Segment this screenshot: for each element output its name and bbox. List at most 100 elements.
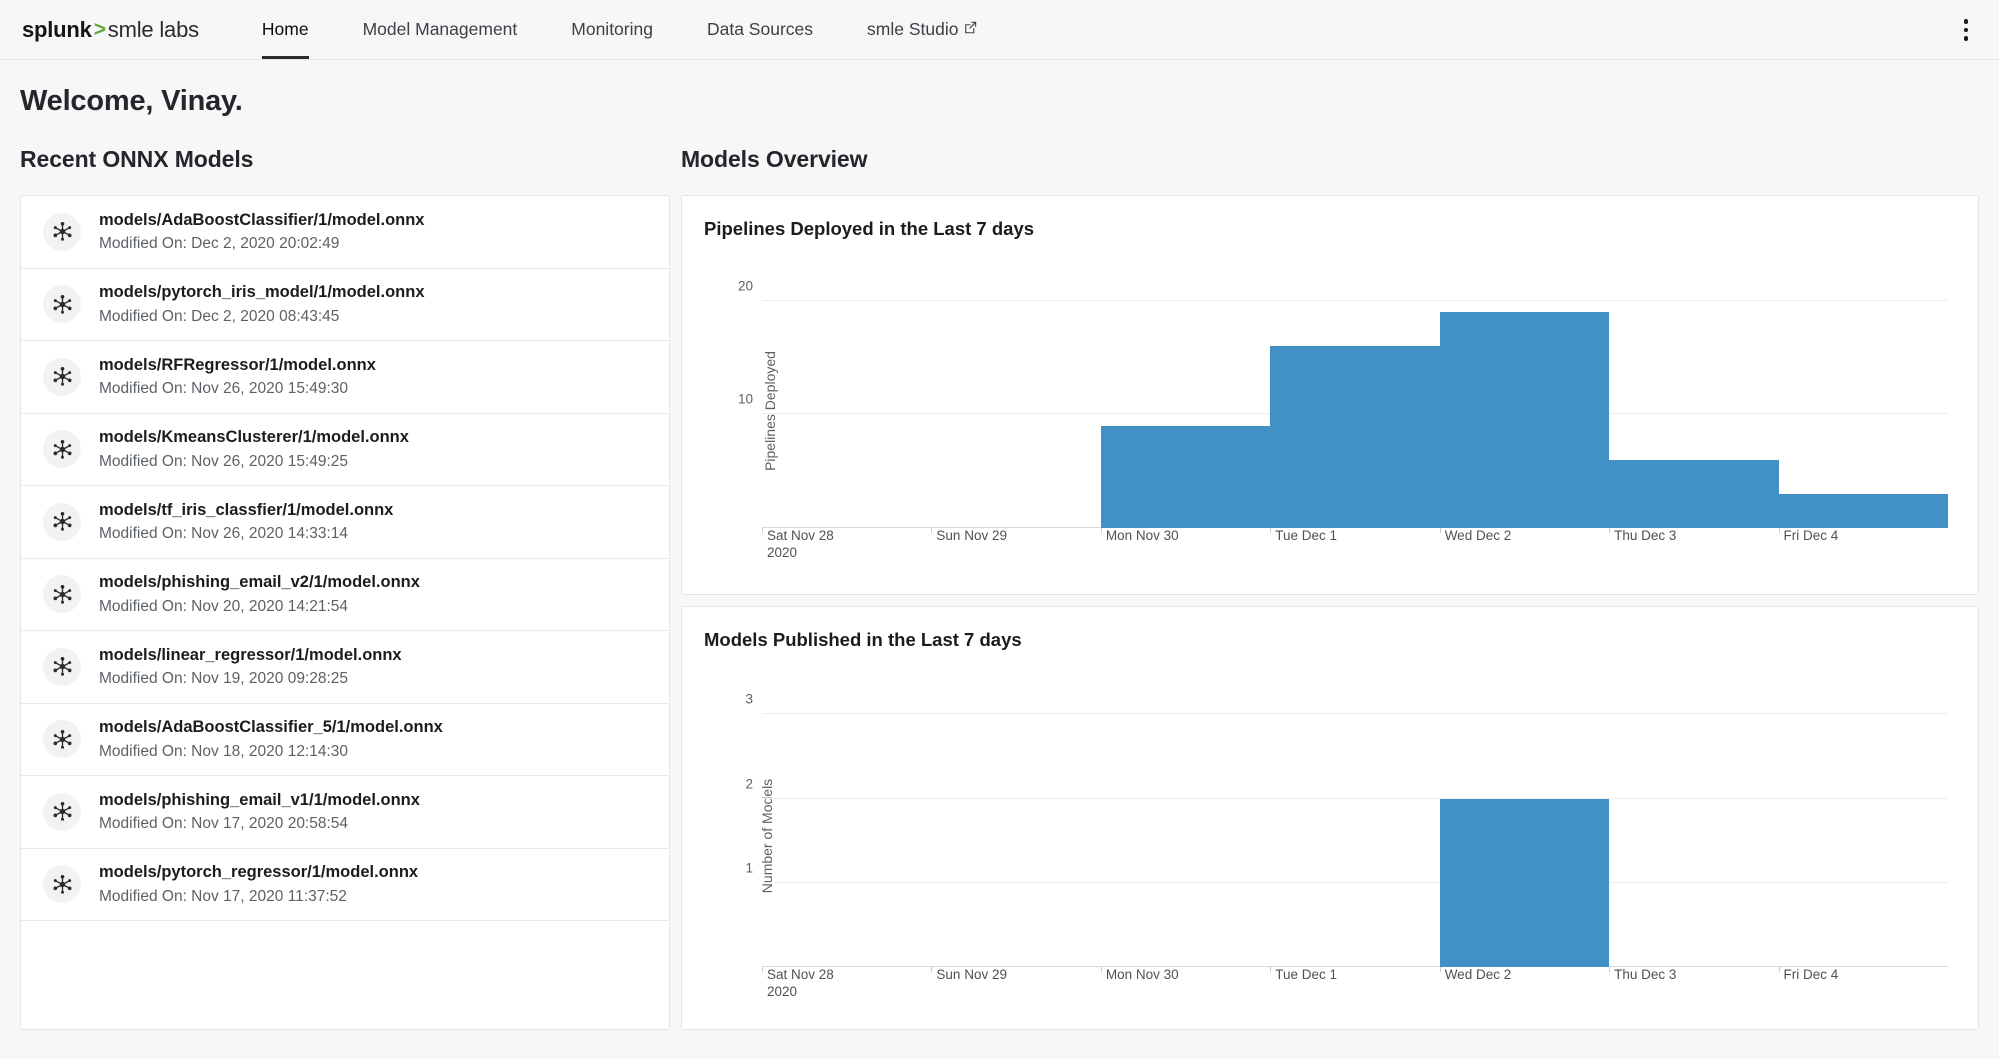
bar-slot[interactable]: [1270, 278, 1440, 533]
kebab-menu-icon[interactable]: [1949, 10, 1983, 50]
list-item[interactable]: models/phishing_email_v1/1/model.onnx Mod…: [21, 776, 669, 849]
model-modified-on: Modified On: Nov 19, 2020 09:28:25: [99, 670, 349, 688]
list-item[interactable]: models/linear_regressor/1/model.onnx Modi…: [21, 631, 669, 704]
page-body: Welcome, Vinay. Recent ONNX Models model…: [0, 60, 1999, 1041]
pipelines-deployed-chart[interactable]: Pipelines Deployed 10 20 Sat Nov 28 2020 S…: [704, 246, 1956, 576]
bar-slot[interactable]: [1439, 689, 1610, 972]
bar-slot[interactable]: [1609, 278, 1779, 533]
list-item-text: models/AdaBoostClassifier_5/1/model.onnx…: [99, 716, 443, 762]
nav-item-model-management-label: Model Management: [362, 19, 518, 39]
kebab-dot-3: [1963, 36, 1969, 41]
bar[interactable]: [1100, 425, 1271, 528]
nav-item-smle-studio[interactable]: smle Studio: [840, 0, 1004, 59]
list-item-text: models/pytorch_iris_model/1/model.onnx Mo…: [99, 281, 425, 327]
bar[interactable]: [1439, 312, 1610, 528]
bar-slot[interactable]: [1270, 689, 1439, 972]
x-axis-tick-label: Tue Dec 1: [1275, 967, 1338, 982]
models-published-chart[interactable]: Number of Models 123 Sat Nov 28 2020 Sun …: [704, 657, 1956, 1015]
x-axis-tick-label: Sun Nov 29: [936, 528, 1007, 543]
x-axis-tick-label: Sat Nov 28 2020: [767, 967, 834, 999]
list-item[interactable]: models/AdaBoostClassifier/1/model.onnx Mo…: [21, 196, 669, 269]
list-item[interactable]: models/KmeansClusterer/1/model.onnx Modif…: [21, 414, 669, 486]
x-axis-tick-label: Thu Dec 3: [1614, 967, 1677, 982]
node-graph-icon: [43, 212, 81, 251]
y-axis-tick-label: 10: [737, 391, 753, 407]
bar-slot[interactable]: [1778, 689, 1948, 972]
bar-slot[interactable]: [931, 689, 1100, 972]
bar[interactable]: [1778, 493, 1948, 528]
bar[interactable]: [1609, 459, 1779, 528]
kebab-dot-2: [1963, 27, 1969, 33]
bar-slot[interactable]: [1100, 278, 1271, 533]
model-path: models/tf_iris_classfier/1/model.onnx: [99, 500, 394, 519]
brand-smle-labs-text: smle labs: [107, 16, 199, 42]
page-title: Welcome, Vinay.: [20, 85, 243, 117]
models-published-x-axis-labels: Sat Nov 28 2020 Sun Nov 29 Mon Nov 30 Tue D…: [762, 967, 1948, 1001]
list-item-text: models/pytorch_regressor/1/model.onnx Mod…: [99, 861, 418, 907]
bar-slot[interactable]: [762, 278, 931, 533]
y-axis-tick-label: 2: [745, 776, 753, 792]
splunk-smle-labs-logo[interactable]: splunk > smle labs: [22, 0, 199, 59]
model-path: models/pytorch_regressor/1/model.onnx: [99, 863, 419, 882]
node-graph-icon: [43, 865, 81, 904]
bar[interactable]: [1439, 798, 1610, 967]
models-overview-column: Models Overview Pipelines Deployed in th…: [681, 146, 1979, 1041]
pipelines-deployed-title: Pipelines Deployed in the Last 7 days: [704, 218, 1035, 239]
external-link-icon: [964, 18, 977, 39]
node-graph-icon: [43, 430, 81, 469]
node-graph-icon: [43, 357, 81, 396]
model-path: models/AdaBoostClassifier/1/model.onnx: [99, 210, 425, 229]
brand-splunk-text: splunk: [22, 16, 92, 42]
nav-item-smle-studio-label: smle Studio: [867, 19, 959, 39]
list-item-text: models/tf_iris_classfier/1/model.onnx Mod…: [99, 499, 393, 545]
x-axis-tick-label: Wed Dec 2: [1444, 528, 1512, 543]
list-item-text: models/RFRegressor/1/model.onnx Modified …: [99, 354, 376, 400]
bar-series: [762, 689, 1948, 972]
pipelines-deployed-card: Pipelines Deployed in the Last 7 days Pi…: [681, 195, 1979, 595]
models-published-plot-area: 1 2 3: [745, 689, 1948, 972]
x-axis-tick-label: Sun Nov 29: [936, 967, 1007, 982]
x-axis-tick-label: Mon Nov 30: [1105, 528, 1179, 543]
brand-chevron-icon: >: [93, 17, 106, 41]
bar-slot[interactable]: [931, 278, 1100, 533]
node-graph-icon: [43, 575, 81, 614]
nav-item-data-sources[interactable]: Data Sources: [680, 0, 840, 59]
bar-slot[interactable]: [1609, 689, 1778, 972]
nav-item-monitoring[interactable]: Monitoring: [544, 0, 680, 59]
list-item[interactable]: models/AdaBoostClassifier_5/1/model.onnx…: [21, 704, 669, 776]
list-item[interactable]: models/tf_iris_classfier/1/model.onnx Mod…: [21, 486, 669, 559]
x-axis-tick-label: Fri Dec 4: [1783, 967, 1839, 982]
bar-series: [762, 278, 1948, 533]
pipelines-deployed-x-axis-labels: Sat Nov 28 2020 Sun Nov 29 Mon Nov 30 Tue D…: [762, 528, 1948, 562]
bar-slot[interactable]: [1100, 689, 1270, 972]
bar-slot[interactable]: [1439, 278, 1610, 533]
bar-slot[interactable]: [1778, 278, 1948, 533]
x-axis-tick-label: Mon Nov 30: [1105, 967, 1179, 982]
node-graph-icon: [43, 502, 81, 541]
nav-item-model-management[interactable]: Model Management: [336, 0, 545, 59]
list-item[interactable]: models/phishing_email_v2/1/model.onnx Mod…: [21, 559, 669, 631]
list-item[interactable]: models/pytorch_regressor/1/model.onnx Mod…: [21, 849, 669, 921]
content-columns: Recent ONNX Models models/AdaBoostClassi…: [20, 146, 1979, 1041]
recent-models-list: models/AdaBoostClassifier/1/model.onnx Mo…: [20, 195, 670, 1030]
recent-models-column: Recent ONNX Models models/AdaBoostClassi…: [20, 146, 670, 1041]
x-axis-tick-label: Thu Dec 3: [1614, 528, 1677, 543]
models-published-card: Models Published in the Last 7 days Numb…: [681, 606, 1979, 1030]
x-axis-tick-label: Sat Nov 28 2020: [767, 528, 834, 560]
model-path: models/RFRegressor/1/model.onnx: [99, 355, 376, 374]
model-modified-on: Modified On: Nov 26, 2020 14:33:14: [99, 525, 349, 543]
node-graph-icon: [43, 647, 81, 686]
model-modified-on: Modified On: Dec 2, 2020 20:02:49: [99, 235, 340, 253]
model-modified-on: Modified On: Nov 17, 2020 11:37:52: [99, 887, 347, 905]
bar[interactable]: [1270, 346, 1440, 528]
list-item[interactable]: models/RFRegressor/1/model.onnx Modified …: [21, 341, 669, 414]
y-axis-tick-label: 1: [745, 860, 753, 876]
top-navigation-bar: splunk > smle labs Home Model Management M…: [0, 0, 1999, 60]
list-item[interactable]: models/pytorch_iris_model/1/model.onnx Mo…: [21, 269, 669, 341]
x-axis-tick-label: Wed Dec 2: [1444, 967, 1512, 982]
nav-item-home[interactable]: Home: [235, 0, 336, 59]
list-item-text: models/linear_regressor/1/model.onnx Modi…: [99, 644, 402, 690]
recent-models-heading: Recent ONNX Models: [20, 146, 254, 172]
list-item-text: models/phishing_email_v2/1/model.onnx Mod…: [99, 571, 420, 617]
bar-slot[interactable]: [762, 689, 931, 972]
